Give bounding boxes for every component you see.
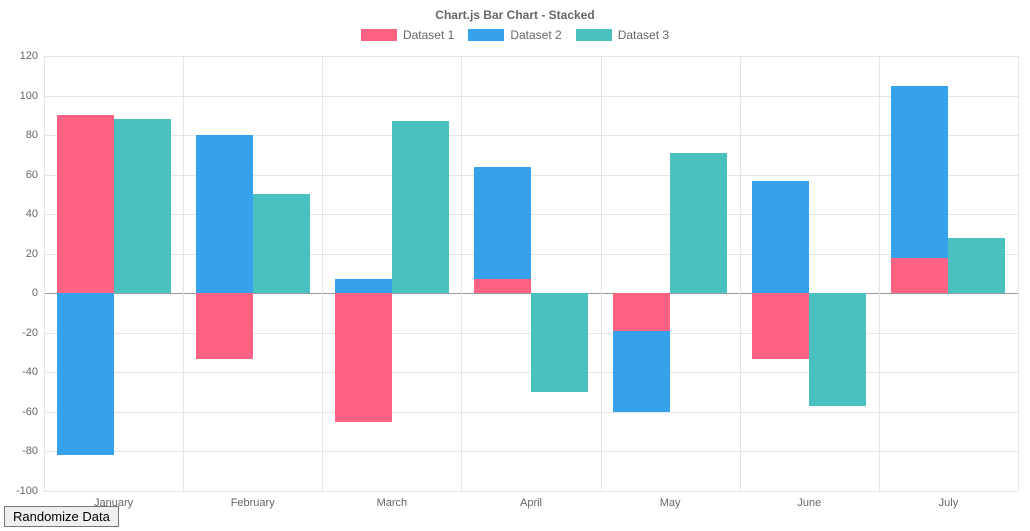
y-tick-label: 120 [20,50,38,62]
bar-dataset-3[interactable] [253,194,310,293]
x-tick-label: July [939,497,959,509]
bar-dataset-1[interactable] [752,293,809,358]
y-tick-label: 0 [32,287,38,299]
bar-dataset-3[interactable] [392,121,449,293]
plot-area: -100-80-60-40-20020406080100120JanuaryFe… [44,56,1018,491]
bar-dataset-2[interactable] [613,331,670,412]
x-tick-label: March [377,497,408,509]
legend-swatch-3 [576,29,612,41]
grid-line-h [44,56,1018,57]
y-tick-label: -80 [22,445,38,457]
bar-dataset-3[interactable] [670,153,727,293]
bar-dataset-3[interactable] [531,293,588,392]
x-tick-label: April [520,497,542,509]
bar-dataset-1[interactable] [335,293,392,422]
bar-dataset-2[interactable] [196,135,253,293]
grid-line-h [44,412,1018,413]
y-tick-label: 40 [26,208,38,220]
y-tick-label: -60 [22,406,38,418]
grid-line-v [44,56,45,491]
y-tick-label: 80 [26,129,38,141]
x-tick-label: February [231,497,275,509]
chart-container: Chart.js Bar Chart - Stacked Dataset 1 D… [0,0,1030,531]
y-tick-label: 100 [20,90,38,102]
grid-line-v [740,56,741,491]
x-tick-label: June [797,497,821,509]
grid-line-v [1018,56,1019,491]
bar-dataset-3[interactable] [809,293,866,406]
grid-line-v [183,56,184,491]
legend-label: Dataset 1 [403,28,454,42]
bar-dataset-2[interactable] [57,293,114,455]
bar-dataset-3[interactable] [114,119,171,293]
bar-dataset-3[interactable] [948,238,1005,293]
bar-dataset-1[interactable] [891,258,948,294]
legend-swatch-2 [468,29,504,41]
bar-dataset-1[interactable] [57,115,114,293]
y-tick-label: 20 [26,248,38,260]
y-tick-label: -100 [16,485,38,497]
randomize-data-button[interactable]: Randomize Data [4,506,119,527]
y-tick-label: 60 [26,169,38,181]
bar-dataset-2[interactable] [335,279,392,293]
grid-line-h [44,451,1018,452]
bar-dataset-2[interactable] [891,86,948,258]
bar-dataset-2[interactable] [752,181,809,294]
legend-label: Dataset 2 [510,28,561,42]
chart-legend: Dataset 1 Dataset 2 Dataset 3 [0,28,1030,48]
grid-line-v [601,56,602,491]
bar-dataset-1[interactable] [613,293,670,331]
grid-line-h [44,175,1018,176]
grid-line-h [44,135,1018,136]
grid-line-h [44,96,1018,97]
y-tick-label: -40 [22,366,38,378]
y-tick-label: -20 [22,327,38,339]
grid-line-h [44,254,1018,255]
legend-label: Dataset 3 [618,28,669,42]
bar-dataset-1[interactable] [196,293,253,358]
legend-item-dataset-1[interactable]: Dataset 1 [361,28,454,42]
bar-dataset-2[interactable] [474,167,531,280]
grid-line-v [461,56,462,491]
grid-line-v [322,56,323,491]
grid-line-h [44,214,1018,215]
legend-swatch-1 [361,29,397,41]
x-tick-label: May [660,497,681,509]
grid-line-h [44,491,1018,492]
bar-dataset-1[interactable] [474,279,531,293]
chart-title: Chart.js Bar Chart - Stacked [0,0,1030,28]
legend-item-dataset-3[interactable]: Dataset 3 [576,28,669,42]
grid-line-v [879,56,880,491]
legend-item-dataset-2[interactable]: Dataset 2 [468,28,561,42]
